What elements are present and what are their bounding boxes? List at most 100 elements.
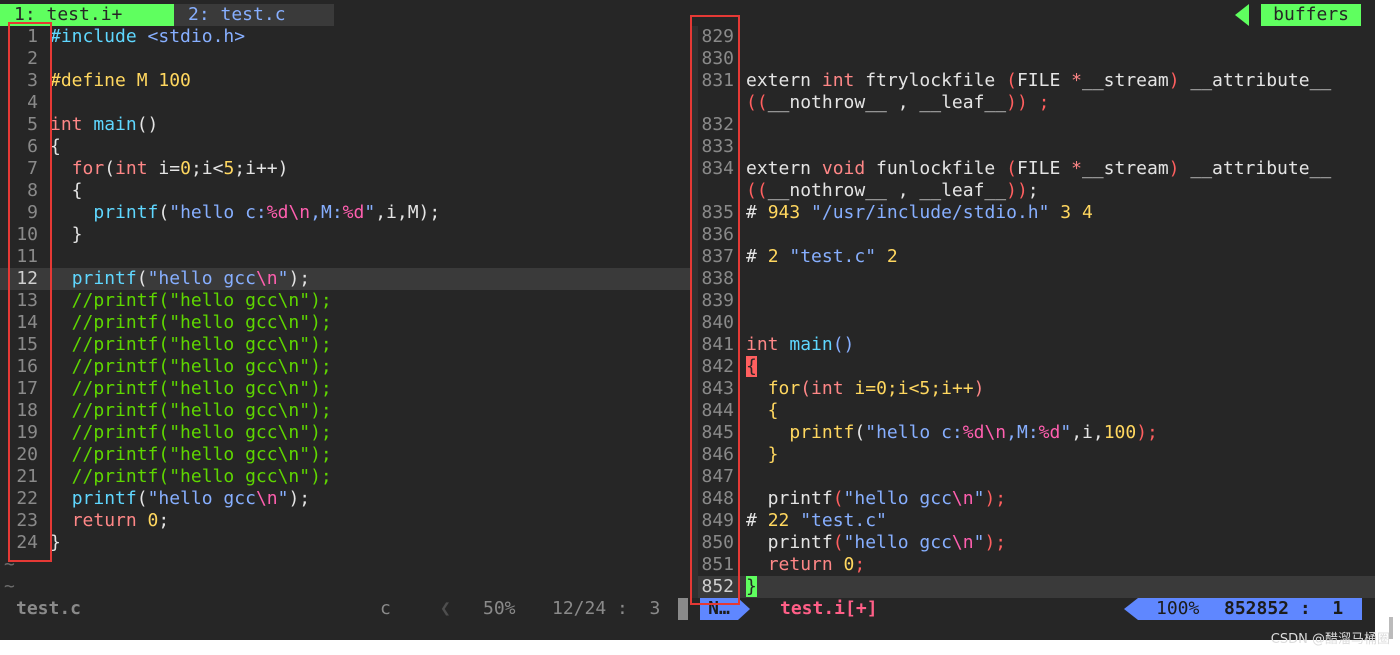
code-text: { [746, 400, 779, 421]
code-line[interactable]: 3 #define M 100 [0, 70, 690, 92]
code-line[interactable]: 10 } [0, 224, 690, 246]
code-line[interactable]: 20 //printf("hello gcc\n"); [0, 444, 690, 466]
empty-line-marker[interactable]: ~ [0, 576, 690, 598]
code-line[interactable]: 841 int main() [698, 334, 1375, 356]
code-line[interactable]: 21 //printf("hello gcc\n"); [0, 466, 690, 488]
code-token: i= [158, 158, 181, 179]
status-percent-arrow [1124, 598, 1138, 620]
code-token: "hello gcc [843, 532, 952, 553]
code-token: return [71, 510, 148, 531]
code-text: printf("hello c:%d\n,M:%d",i,100); [746, 422, 1158, 443]
code-text: # 2 "test.c" 2 [746, 246, 898, 267]
code-line[interactable]: 16 //printf("hello gcc\n"); [0, 356, 690, 378]
code-token: (( [746, 92, 768, 113]
code-token: ; [158, 510, 170, 531]
code-token: for [767, 378, 801, 399]
code-token: int [821, 70, 866, 91]
code-token: printf [746, 488, 833, 509]
code-token: %d\n [266, 202, 311, 223]
code-line[interactable]: 852} [698, 576, 1375, 598]
code-line[interactable]: 11 [0, 246, 690, 268]
status-line-right: N… test.i[+] 100% 852852 : 1 [698, 598, 1375, 620]
code-line[interactable]: 843 for(int i=0;i<5;i++) [698, 378, 1375, 400]
code-token: "test.c" [800, 510, 887, 531]
code-line[interactable]: 9 printf("hello c:%d\n,M:%d",i,M); [0, 202, 690, 224]
code-line[interactable]: ((__nothrow__ , __leaf__)) ; [698, 92, 1375, 114]
code-token: ) [1168, 70, 1180, 91]
code-line[interactable]: 838 [698, 268, 1375, 290]
code-line[interactable]: 846 } [698, 444, 1375, 466]
code-line[interactable]: 850 printf("hello gcc\n"); [698, 532, 1375, 554]
code-text: //printf("hello gcc\n"); [50, 378, 332, 399]
code-line[interactable]: 845 printf("hello c:%d\n,M:%d",i,100); [698, 422, 1375, 444]
code-token: 22 [767, 510, 801, 531]
code-line[interactable]: 23 return 0; [0, 510, 690, 532]
status-filename: test.i[+] [780, 598, 878, 619]
code-text: ((__nothrow__ , __leaf__)); [746, 180, 1039, 201]
code-token: 0 [147, 510, 159, 531]
code-token: printf [71, 488, 137, 509]
status-filetype: c [380, 598, 391, 619]
code-line[interactable]: ((__nothrow__ , __leaf__)); [698, 180, 1375, 202]
code-line[interactable]: 844 { [698, 400, 1375, 422]
code-line[interactable]: 842{ [698, 356, 1375, 378]
code-line[interactable]: 831 extern int ftrylockfile (FILE *__stre… [698, 70, 1375, 92]
code-token: * [1071, 70, 1082, 91]
code-line[interactable]: 836 [698, 224, 1375, 246]
code-line[interactable]: 837 # 2 "test.c" 2 [698, 246, 1375, 268]
editor-pane-right[interactable]: 829 830 831 extern int ftrylockfile (FILE *… [698, 26, 1375, 598]
code-line[interactable]: 15 //printf("hello gcc\n"); [0, 334, 690, 356]
code-line[interactable]: 835 # 943 "/usr/include/stdio.h" 3 4 [698, 202, 1375, 224]
code-line[interactable]: 840 [698, 312, 1375, 334]
code-line[interactable]: 13 //printf("hello gcc\n"); [0, 290, 690, 312]
code-line[interactable]: 848 printf("hello gcc\n"); [698, 488, 1375, 510]
tab-separator-arrow [320, 4, 334, 26]
empty-line-marker[interactable]: ~ [0, 554, 690, 576]
watermark-text: CSDN @醋溜马桶圈 [1270, 632, 1390, 647]
code-line[interactable]: 22 printf("hello gcc\n"); [0, 488, 690, 510]
code-line[interactable]: 832 [698, 114, 1375, 136]
code-line[interactable]: 19 //printf("hello gcc\n"); [0, 422, 690, 444]
code-line[interactable]: 14 //printf("hello gcc\n"); [0, 312, 690, 334]
code-text: printf("hello gcc\n"); [50, 488, 310, 509]
code-text: printf("hello gcc\n"); [746, 488, 1006, 509]
code-line[interactable]: 847 [698, 466, 1375, 488]
code-token: ) [973, 378, 985, 399]
code-text: int main() [746, 334, 854, 355]
code-text: //printf("hello gcc\n"); [50, 290, 332, 311]
code-token: return [767, 554, 844, 575]
code-line[interactable]: 839 [698, 290, 1375, 312]
code-line[interactable]: 7 for(int i=0;i<5;i++) [0, 158, 690, 180]
code-line[interactable]: 829 [698, 26, 1375, 48]
code-line[interactable]: 24} [0, 532, 690, 554]
status-end-block [678, 598, 688, 620]
code-line[interactable]: 18 //printf("hello gcc\n"); [0, 400, 690, 422]
code-line[interactable]: 6{ [0, 136, 690, 158]
code-token: " [364, 202, 376, 223]
code-token: 2 [767, 246, 790, 267]
code-line[interactable]: 12 printf("hello gcc\n"); [0, 268, 690, 290]
code-token: } [50, 224, 83, 245]
code-line[interactable]: 849 # 22 "test.c" [698, 510, 1375, 532]
tab-test-c[interactable]: 2: test.c [174, 4, 334, 26]
code-line[interactable]: 5 int main() [0, 114, 690, 136]
code-token: 0 [180, 158, 191, 179]
buffers-indicator[interactable]: buffers [1261, 4, 1361, 26]
code-line[interactable]: 834 extern void funlockfile (FILE *__stre… [698, 158, 1375, 180]
code-line[interactable]: 830 [698, 48, 1375, 70]
code-token: %d\n [962, 422, 1007, 443]
line-number: ~ [4, 576, 15, 597]
code-line[interactable]: 17 //printf("hello gcc\n"); [0, 378, 690, 400]
code-line[interactable]: 833 [698, 136, 1375, 158]
code-line[interactable]: 851 return 0; [698, 554, 1375, 576]
code-line[interactable]: 2 [0, 48, 690, 70]
code-text: //printf("hello gcc\n"); [50, 334, 332, 355]
code-line[interactable]: 1 #include <stdio.h> [0, 26, 690, 48]
editor-pane-left[interactable]: 1 #include <stdio.h> 2 3 #define M 100 4 5 int … [0, 26, 690, 598]
code-line[interactable]: 8 { [0, 180, 690, 202]
code-token: )) [1006, 180, 1028, 201]
code-text: #include <stdio.h> [50, 26, 245, 47]
code-text: for(int i=0;i<5;i++) [746, 378, 985, 399]
code-line[interactable]: 4 [0, 92, 690, 114]
